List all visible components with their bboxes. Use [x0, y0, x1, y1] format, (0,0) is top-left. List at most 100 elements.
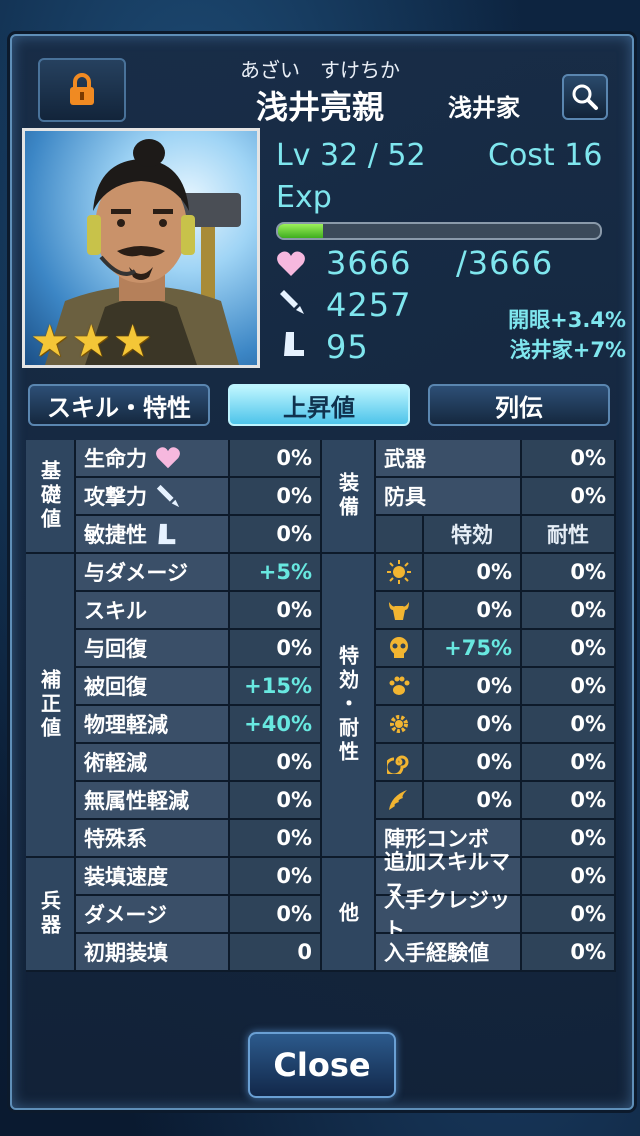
- attack-value: 4257: [326, 286, 412, 324]
- special-icon-cell: [376, 630, 424, 668]
- skull-icon: [387, 636, 411, 660]
- stat-value: 0%: [230, 516, 322, 554]
- equip-label-text: 武器: [384, 447, 426, 471]
- stat-value: 0%: [230, 858, 322, 896]
- stat-label-text: 被回復: [84, 675, 147, 699]
- stat-label: 初期装填: [76, 934, 230, 972]
- stat-label: 物理軽減: [76, 706, 230, 744]
- stat-value: +5%: [230, 554, 322, 592]
- header-blank: [376, 516, 424, 554]
- other-label-text: 入手経験値: [384, 941, 489, 965]
- stat-label-text: 与ダメージ: [84, 561, 188, 585]
- stat-value: +15%: [230, 668, 322, 706]
- taisei-value: 0%: [522, 630, 616, 668]
- stat-value: 0%: [230, 592, 322, 630]
- stat-value: 0: [230, 934, 322, 972]
- search-icon: [572, 84, 598, 110]
- stat-label: 特殊系: [76, 820, 230, 858]
- name-reading: あざい すけちか: [240, 58, 400, 82]
- stat-value: +40%: [230, 706, 322, 744]
- taisei-value: 0%: [522, 744, 616, 782]
- category-special: 特効・耐性: [322, 554, 376, 858]
- growth-table: 基礎値 補正値 兵器 生命力 0% 攻撃力 0% 敏捷性 0% 与ダメージ +5% スキル 0% 与回復 0…: [26, 440, 616, 982]
- category-weapon: 兵器: [26, 858, 76, 972]
- taisei-value: 0%: [522, 782, 616, 820]
- sword-icon: [155, 483, 181, 509]
- tab-skills[interactable]: スキル・特性: [28, 384, 210, 426]
- header-tokko: 特効: [424, 516, 522, 554]
- stat-value: 0%: [230, 478, 322, 516]
- heart-icon: [155, 446, 181, 470]
- search-button[interactable]: [562, 74, 608, 120]
- equip-label: 防具: [376, 478, 522, 516]
- tab-biography[interactable]: 列伝: [428, 384, 610, 426]
- character-name: 浅井亮親: [255, 88, 384, 126]
- stat-label-text: 生命力: [84, 447, 147, 471]
- stat-value: 0%: [230, 896, 322, 934]
- lock-button[interactable]: [38, 58, 126, 122]
- paw-icon: [387, 674, 411, 698]
- rarity-stars: ★ ★ ★: [30, 320, 152, 364]
- stat-label-text: 特殊系: [84, 827, 147, 851]
- stat-label: 与回復: [76, 630, 230, 668]
- stat-value: 0%: [230, 820, 322, 858]
- special-icon-cell: [376, 744, 424, 782]
- other-value: 0%: [522, 820, 616, 858]
- sun-icon: [387, 560, 411, 584]
- stat-label: 被回復: [76, 668, 230, 706]
- taisei-value: 0%: [522, 706, 616, 744]
- stat-label-text: スキル: [84, 599, 147, 623]
- category-other: 他: [322, 858, 376, 972]
- spiral-icon: [387, 750, 411, 774]
- stat-label: 攻撃力: [76, 478, 230, 516]
- equip-value: 0%: [522, 440, 616, 478]
- stat-label: スキル: [76, 592, 230, 630]
- stat-label: 装填速度: [76, 858, 230, 896]
- equip-label: 武器: [376, 440, 522, 478]
- tab-growth[interactable]: 上昇値: [228, 384, 410, 426]
- special-icon-cell: [376, 554, 424, 592]
- stat-label: 与ダメージ: [76, 554, 230, 592]
- other-label: 入手クレジット: [376, 888, 522, 942]
- stat-label-text: 装填速度: [84, 865, 168, 889]
- other-value: 0%: [522, 858, 616, 896]
- stat-label: 無属性軽減: [76, 782, 230, 820]
- equip-value: 0%: [522, 478, 616, 516]
- kaigan-bonus: 開眼+3.4%: [508, 308, 626, 332]
- other-value: 0%: [522, 896, 616, 934]
- stat-value: 0%: [230, 782, 322, 820]
- exp-bar-fill: [278, 224, 324, 238]
- special-icon-cell: [376, 668, 424, 706]
- cost-text: Cost 16: [488, 138, 603, 173]
- speed-value: 95: [326, 328, 369, 366]
- exp-label: Exp: [276, 180, 332, 215]
- stat-value: 0%: [230, 630, 322, 668]
- category-equip: 装備: [322, 440, 376, 554]
- tokko-value: 0%: [424, 744, 522, 782]
- special-icon-cell: [376, 592, 424, 630]
- stat-label: 術軽減: [76, 744, 230, 782]
- sword-icon: [280, 290, 304, 314]
- stat-value: 0%: [230, 744, 322, 782]
- stat-label-text: 物理軽減: [84, 713, 168, 737]
- category-correction: 補正値: [26, 554, 76, 858]
- boot-icon: [155, 521, 177, 547]
- heart-icon: [277, 251, 305, 276]
- tokko-value: 0%: [424, 554, 522, 592]
- equip-label-text: 防具: [384, 485, 426, 509]
- hp-max: /3666: [456, 244, 554, 282]
- special-icon-cell: [376, 706, 424, 744]
- tokko-value: 0%: [424, 782, 522, 820]
- stat-label-text: ダメージ: [84, 903, 167, 927]
- stat-label-text: 与回復: [84, 637, 147, 661]
- stat-value: 0%: [230, 440, 322, 478]
- close-button[interactable]: Close: [248, 1032, 396, 1098]
- stat-label: 生命力: [76, 440, 230, 478]
- header-taisei: 耐性: [522, 516, 616, 554]
- exp-bar: [276, 222, 602, 240]
- level-text: Lv 32 / 52: [276, 138, 426, 173]
- tokko-value: 0%: [424, 592, 522, 630]
- stat-label: 敏捷性: [76, 516, 230, 554]
- other-label: 入手経験値: [376, 934, 522, 972]
- other-value: 0%: [522, 934, 616, 972]
